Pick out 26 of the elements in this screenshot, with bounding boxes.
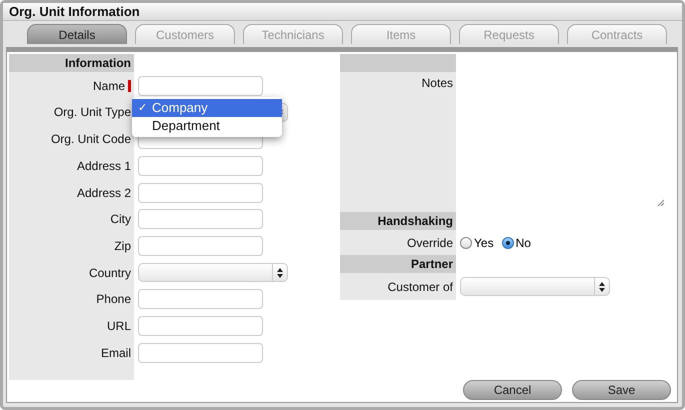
field-label: Country	[88, 266, 131, 280]
action-button[interactable]: Cancel	[463, 380, 562, 400]
field-label: Address 1	[76, 158, 131, 173]
menu-item[interactable]: ✓ Company	[132, 98, 282, 117]
section-heading: Partner	[340, 255, 456, 274]
field-label: Org. Unit Type	[54, 105, 131, 120]
field-label: Email	[100, 346, 131, 360]
window-title: Org. Unit Information	[3, 3, 682, 22]
field-label: Org. Unit Code	[50, 132, 131, 146]
field-label: Notes	[422, 76, 453, 90]
field-label: Override	[406, 236, 453, 250]
field-label: City	[110, 212, 131, 226]
radio-option[interactable]: No	[502, 236, 531, 250]
tab[interactable]: Details	[27, 24, 127, 44]
action-button[interactable]: Save	[572, 380, 671, 400]
field-label: Name	[92, 78, 125, 93]
field-label: Address 2	[76, 186, 131, 200]
section-heading: Handshaking	[340, 212, 456, 230]
field-label: URL	[106, 318, 131, 333]
check-icon: ✓	[138, 101, 147, 114]
field-label: Zip	[114, 238, 131, 253]
menu-item[interactable]: Department	[132, 116, 282, 135]
field-label: Phone	[96, 292, 131, 306]
field-label: Customer of	[388, 280, 453, 294]
radio-option[interactable]: Yes	[460, 236, 494, 250]
section-heading: Information	[9, 54, 134, 72]
